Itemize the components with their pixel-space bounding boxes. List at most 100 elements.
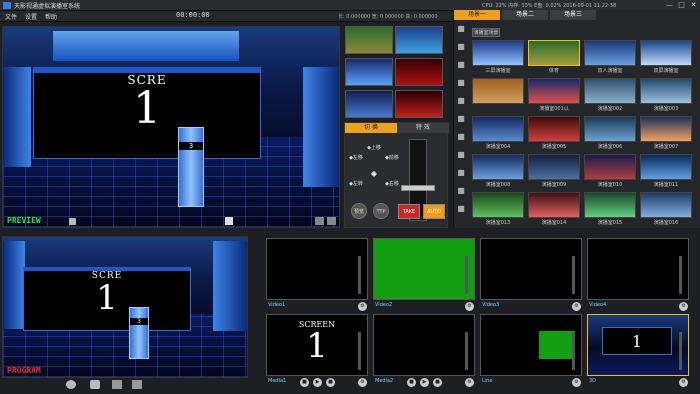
ttp-round-button[interactable]: TTP xyxy=(373,203,389,219)
source-monitor-media2[interactable] xyxy=(373,314,475,376)
scene-thumb[interactable] xyxy=(584,40,636,66)
volume-slider[interactable] xyxy=(465,256,468,294)
lock-icon[interactable] xyxy=(69,218,76,225)
scene-thumb[interactable] xyxy=(528,154,580,180)
camera-icon[interactable] xyxy=(90,380,100,389)
move-left-button[interactable]: ◆左移 xyxy=(347,153,365,163)
scene-thumb[interactable] xyxy=(472,192,524,218)
move-up-button[interactable]: ◆上移 xyxy=(365,143,383,153)
camera-thumb-2[interactable] xyxy=(395,26,443,54)
monitor-icon[interactable]: ■ xyxy=(456,78,466,88)
library-tab-3[interactable]: 场景三 xyxy=(550,10,596,20)
image-icon[interactable]: ■ xyxy=(456,150,466,160)
music-icon[interactable]: ■ xyxy=(456,168,466,178)
text-icon[interactable]: ■ xyxy=(456,114,466,124)
play-icon[interactable]: ▶ xyxy=(313,378,322,387)
camera-thumb-3[interactable] xyxy=(345,58,393,86)
menu-help[interactable]: 帮助 xyxy=(45,12,57,21)
source-monitor-video3[interactable] xyxy=(480,238,582,300)
source-monitor-media1[interactable]: SCREEN 1 xyxy=(266,314,368,376)
globe-icon[interactable]: ■ xyxy=(456,132,466,142)
preview-monitor[interactable]: SCRE 1 3 PREVIEW xyxy=(2,26,340,228)
source-settings-icon[interactable]: ⚙ xyxy=(358,302,367,311)
camera-thumb-5[interactable] xyxy=(345,90,393,118)
scene-thumb[interactable] xyxy=(640,154,692,180)
volume-slider[interactable] xyxy=(465,332,468,370)
play-icon[interactable]: ▶ xyxy=(420,378,429,387)
library-tab-2[interactable]: 场景二 xyxy=(502,10,548,20)
source-settings-icon[interactable]: ⚙ xyxy=(572,378,581,387)
pause-icon[interactable]: ■ xyxy=(433,378,442,387)
move-right-button[interactable]: ◆右移 xyxy=(383,179,401,189)
source-settings-icon[interactable]: ⚙ xyxy=(679,302,688,311)
source-settings-icon[interactable]: ⚙ xyxy=(572,302,581,311)
camera-thumb-6[interactable] xyxy=(395,90,443,118)
stop-icon[interactable]: ■ xyxy=(407,378,416,387)
volume-slider[interactable] xyxy=(358,332,361,370)
volume-slider[interactable] xyxy=(572,256,575,294)
center-button[interactable]: ◆ xyxy=(365,169,383,179)
folder-icon[interactable]: ■ xyxy=(456,24,466,34)
volume-slider[interactable] xyxy=(679,332,682,370)
rotate-left-button[interactable]: ◆左转 xyxy=(347,179,365,189)
scene-thumb[interactable] xyxy=(584,78,636,104)
scene-thumb[interactable] xyxy=(640,40,692,66)
scene-thumb[interactable] xyxy=(640,116,692,142)
minimize-button[interactable]: — xyxy=(664,1,675,10)
source-settings-icon[interactable]: ⚙ xyxy=(679,378,688,387)
tab-switch[interactable]: 切 换 xyxy=(345,123,397,133)
t-bar-handle[interactable] xyxy=(401,185,435,191)
source-settings-icon[interactable]: ⚙ xyxy=(358,378,367,387)
camera-thumb-4[interactable] xyxy=(395,58,443,86)
scene-thumb[interactable] xyxy=(528,116,580,142)
source-monitor-video1[interactable] xyxy=(266,238,368,300)
scene-thumb[interactable] xyxy=(472,78,524,104)
menu-file[interactable]: 文件 xyxy=(5,12,17,21)
aspect-icon[interactable] xyxy=(225,217,233,225)
auto-button[interactable]: AUTO xyxy=(423,204,445,219)
library-tab-1[interactable]: 场景一 xyxy=(454,10,500,20)
layers-icon[interactable]: ■ xyxy=(456,42,466,52)
film-icon[interactable]: ■ xyxy=(456,204,466,214)
source-monitor-3d[interactable]: 1 xyxy=(587,314,689,376)
fullscreen-icon[interactable] xyxy=(315,217,324,225)
stop-icon[interactable]: ■ xyxy=(300,378,309,387)
source-monitor-video4[interactable] xyxy=(587,238,689,300)
video-icon[interactable]: ■ xyxy=(456,96,466,106)
scene-thumb[interactable] xyxy=(528,192,580,218)
volume-slider[interactable] xyxy=(572,332,575,370)
preview-round-button[interactable]: 预览 xyxy=(351,203,367,219)
scene-thumb[interactable] xyxy=(584,154,636,180)
source-monitor-video2[interactable] xyxy=(373,238,475,300)
scene-thumb[interactable] xyxy=(472,154,524,180)
record-icon[interactable] xyxy=(66,380,76,389)
tab-effects[interactable]: 特 效 xyxy=(397,123,449,133)
scene-thumb[interactable] xyxy=(584,192,636,218)
scene-thumb[interactable] xyxy=(528,78,580,104)
program-monitor[interactable]: SCRE 1 3 PROGRAM xyxy=(2,236,248,378)
maximize-button[interactable]: □ xyxy=(676,1,687,10)
scene-thumb[interactable] xyxy=(472,40,524,66)
volume-slider[interactable] xyxy=(358,256,361,294)
snapshot-icon[interactable] xyxy=(327,217,336,225)
cloud-icon[interactable]: ■ xyxy=(456,186,466,196)
close-button[interactable]: ✕ xyxy=(688,1,699,10)
output-icon[interactable] xyxy=(112,380,122,389)
source-settings-icon[interactable]: ⚙ xyxy=(465,378,474,387)
move-forward-button[interactable]: ◆前移 xyxy=(383,153,401,163)
scene-thumb[interactable] xyxy=(584,116,636,142)
scene-folder-button[interactable]: 演播室场景 xyxy=(472,28,500,37)
scene-thumb[interactable] xyxy=(528,40,580,66)
scene-thumb[interactable] xyxy=(640,78,692,104)
source-settings-icon[interactable]: ⚙ xyxy=(465,302,474,311)
list-icon[interactable]: ■ xyxy=(456,60,466,70)
camera-thumb-1[interactable] xyxy=(345,26,393,54)
scene-thumb[interactable] xyxy=(640,192,692,218)
settings-icon[interactable] xyxy=(132,380,142,389)
source-monitor-line[interactable] xyxy=(480,314,582,376)
volume-slider[interactable] xyxy=(679,256,682,294)
menu-settings[interactable]: 设置 xyxy=(25,12,37,21)
scene-thumb[interactable] xyxy=(472,116,524,142)
pause-icon[interactable]: ■ xyxy=(326,378,335,387)
take-button[interactable]: TAKE xyxy=(398,204,420,219)
